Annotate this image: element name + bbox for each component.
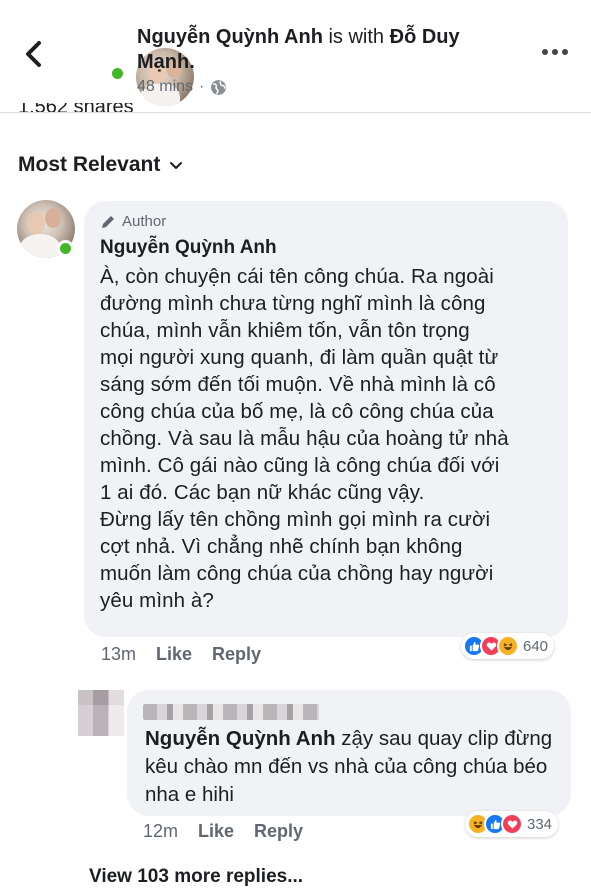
author-badge-label: Author (122, 213, 167, 230)
comment-time[interactable]: 12m (143, 821, 178, 842)
reply-button[interactable]: Reply (212, 644, 261, 665)
sort-dropdown[interactable]: Most Relevant (18, 153, 184, 177)
with-text: is with (328, 26, 385, 48)
reaction-count: 334 (527, 815, 553, 833)
view-more-replies-link[interactable]: View 103 more replies... (89, 866, 303, 888)
chevron-down-icon (170, 162, 183, 169)
pencil-icon (102, 215, 114, 228)
more-dot (542, 49, 548, 55)
author-badge: Author (100, 213, 166, 230)
reaction-count: 640 (523, 637, 549, 655)
online-indicator (57, 240, 74, 257)
post-header: Nguyễn Quỳnh Anh is with Đỗ Duy Mạnh. 48… (0, 0, 591, 112)
back-button[interactable] (18, 36, 50, 72)
more-options-button[interactable] (542, 42, 572, 62)
like-button[interactable]: Like (198, 821, 234, 842)
haha-icon (497, 635, 519, 657)
poster-name[interactable]: Nguyễn Quỳnh Anh (137, 26, 323, 48)
reply-actions: 12m Like Reply (143, 821, 303, 842)
post-title: Nguyễn Quỳnh Anh is with Đỗ Duy Mạnh. (137, 25, 487, 75)
commenter-name[interactable]: Nguyễn Quỳnh Anh (100, 237, 277, 259)
like-button[interactable]: Like (156, 644, 192, 665)
commenter-avatar[interactable] (17, 200, 79, 262)
globe-icon (211, 79, 227, 95)
comment-time[interactable]: 13m (101, 644, 136, 665)
more-dot (562, 49, 568, 55)
post-time[interactable]: 48 mins (137, 78, 193, 96)
comment-actions: 13m Like Reply (101, 644, 261, 665)
poster-avatar[interactable] (68, 24, 194, 106)
reply-avatar[interactable] (78, 690, 124, 736)
sort-label: Most Relevant (18, 153, 161, 176)
header-divider (0, 112, 591, 113)
reaction-summary[interactable]: 334 (465, 811, 559, 837)
mention-tag[interactable]: Nguyễn Quỳnh Anh (145, 727, 336, 750)
chevron-left-icon (26, 41, 41, 67)
reaction-summary[interactable]: 640 (461, 633, 555, 659)
reply-button[interactable]: Reply (254, 821, 303, 842)
reply-text: Nguyễn Quỳnh Anh zậy sau quay clip đừng … (145, 725, 565, 809)
love-icon (501, 813, 523, 835)
comment-text: À, còn chuyện cái tên công chúa. Ra ngoà… (100, 265, 509, 612)
post-meta: 48 mins · (137, 78, 227, 96)
online-indicator (109, 65, 126, 82)
more-dot (552, 49, 558, 55)
meta-separator: · (199, 78, 205, 95)
redacted-name (143, 704, 319, 720)
